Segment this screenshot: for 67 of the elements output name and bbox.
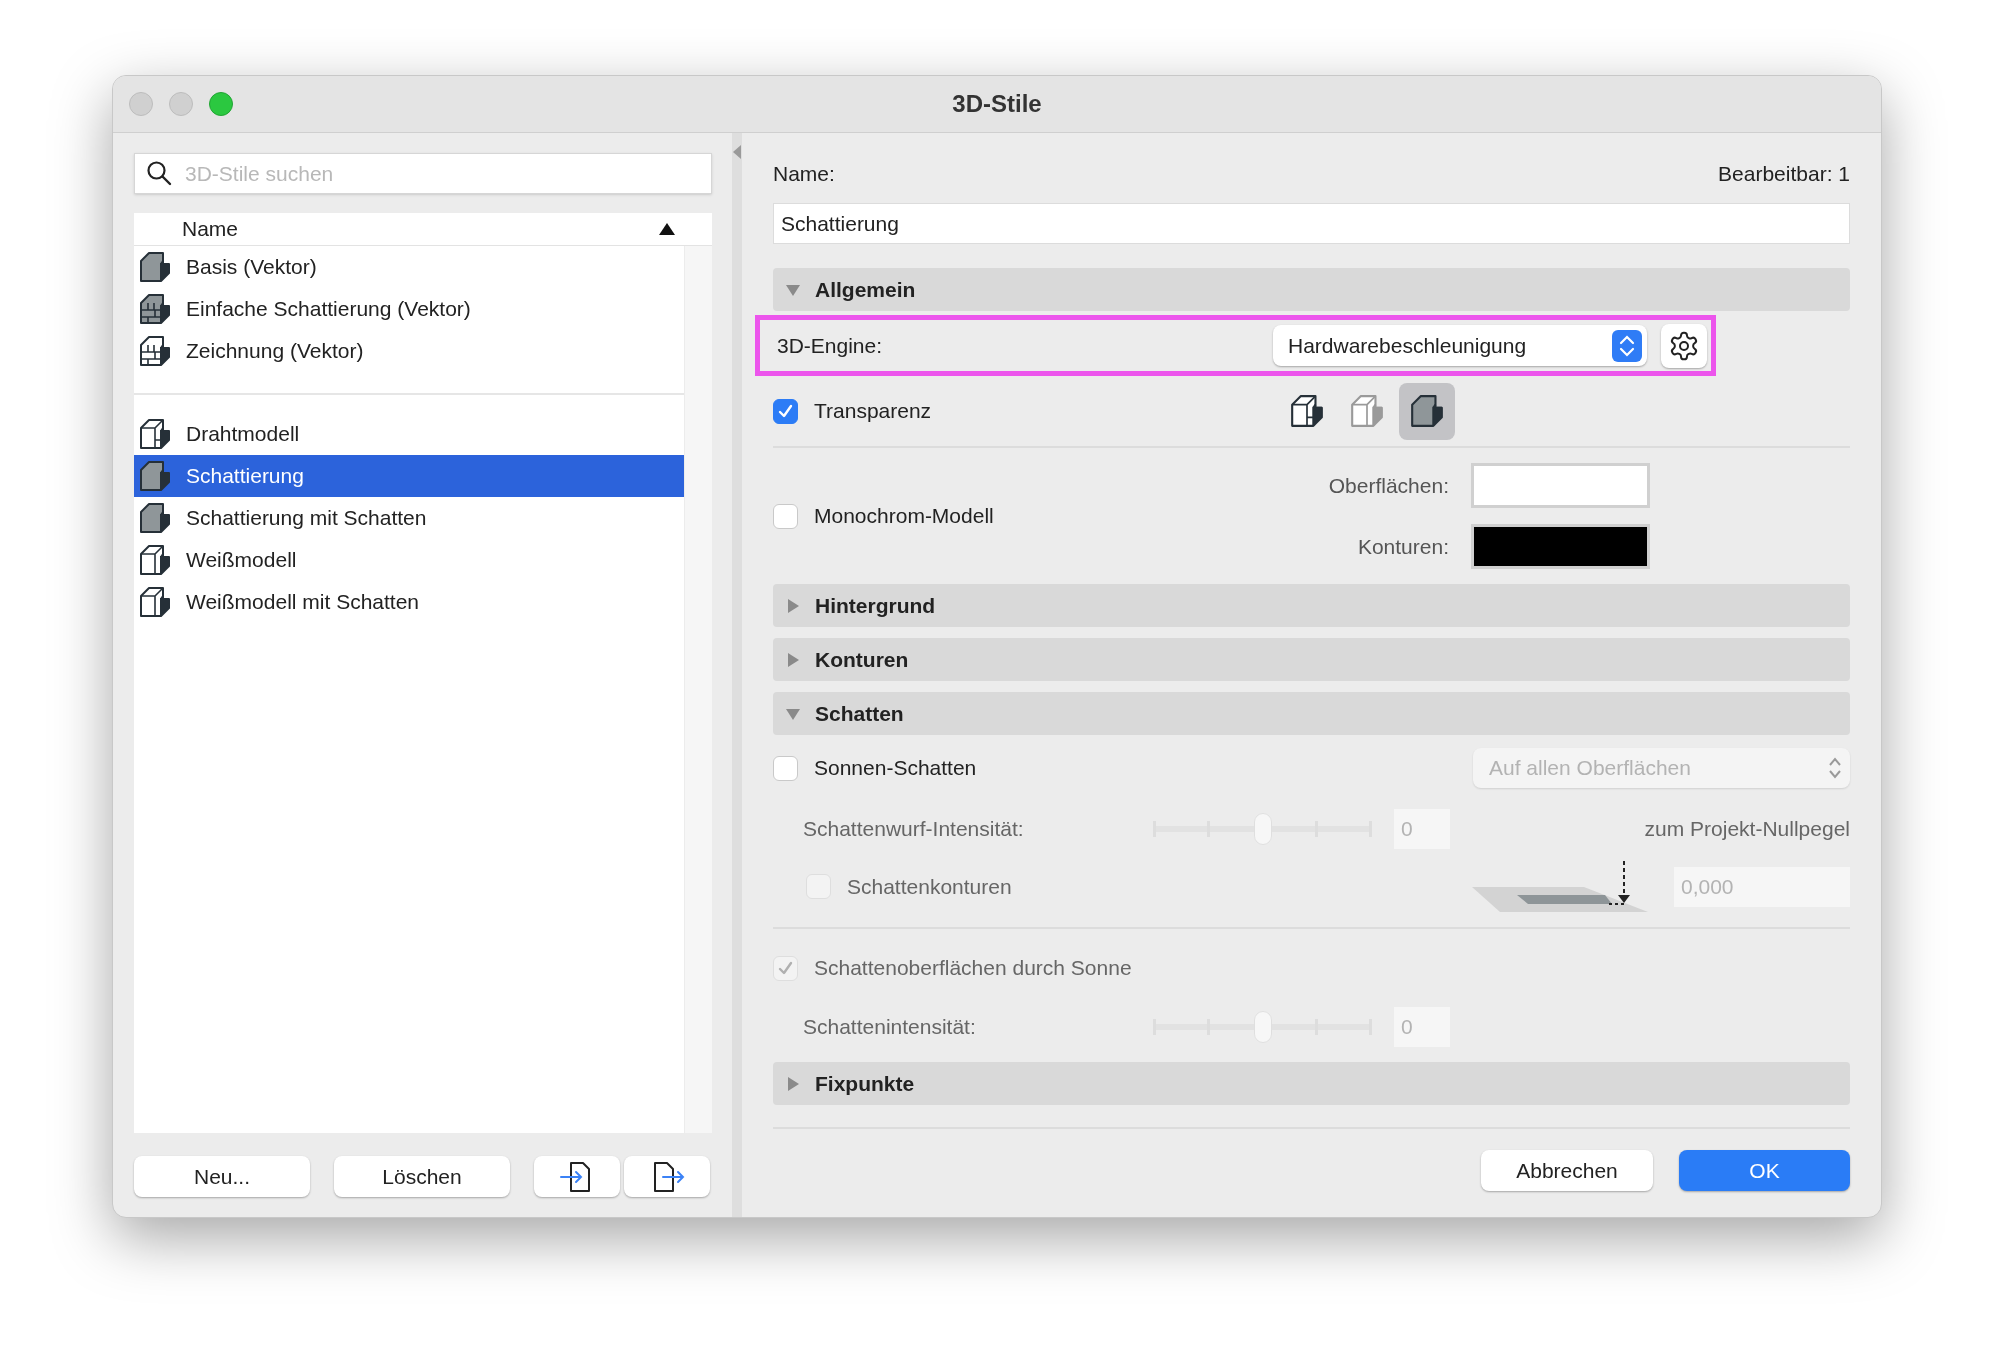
cube-icon — [1289, 393, 1325, 429]
color-swatch[interactable] — [1471, 463, 1650, 508]
section-header[interactable]: Konturen — [773, 638, 1850, 681]
style-item[interactable]: Weißmodell — [134, 539, 684, 581]
style-item[interactable]: Weißmodell mit Schatten — [134, 581, 684, 623]
list-button[interactable]: Löschen — [334, 1156, 510, 1197]
expand-arrow-icon — [785, 597, 801, 614]
window-title: 3D-Stile — [952, 89, 1042, 119]
cancel-button[interactable]: Abbrechen — [1481, 1150, 1653, 1191]
checkbox[interactable] — [773, 398, 798, 424]
minimize-button[interactable] — [169, 92, 193, 116]
collapse-arrow-icon[interactable] — [733, 145, 741, 159]
cube-icon — [138, 250, 172, 284]
mode-button[interactable] — [1399, 382, 1455, 440]
checkbox[interactable] — [773, 503, 798, 529]
close-button[interactable] — [129, 92, 153, 116]
cube-icon — [138, 501, 172, 535]
engine-label: 3D-Engine: — [777, 332, 883, 359]
ok-button[interactable]: OK — [1679, 1150, 1850, 1191]
cube-icon — [138, 459, 172, 493]
expand-arrow-icon — [785, 1075, 801, 1092]
sun-surfaces-label: Schattenoberflächen durch Sonne — [814, 955, 1132, 982]
import-button[interactable] — [534, 1156, 620, 1197]
cube-icon — [138, 585, 172, 619]
search-field[interactable]: 3D-Stile suchen — [134, 153, 712, 194]
checkmark-icon — [777, 959, 794, 977]
export-button[interactable] — [624, 1156, 710, 1197]
name-label: Name: — [773, 161, 835, 188]
color-swatch[interactable] — [1471, 524, 1650, 569]
swatch-label: Konturen: — [1357, 533, 1449, 560]
style-item[interactable]: Einfache Schattierung (Vektor) — [134, 288, 684, 330]
cast-intensity-label: Schattenwurf-Intensität: — [802, 816, 1025, 843]
stepper-icon — [1612, 329, 1642, 362]
sun-shadows-label: Sonnen-Schatten — [814, 755, 977, 782]
expand-arrow-icon — [785, 651, 801, 668]
transparency-label: Transparenz — [814, 398, 932, 425]
monochrome-label: Monochrom-Modell — [814, 503, 994, 530]
cube-icon — [138, 292, 172, 326]
column-header[interactable]: Name — [134, 213, 712, 246]
stepper-icon — [1828, 756, 1842, 780]
cube-icon — [138, 417, 172, 451]
cube-icon — [138, 334, 172, 368]
cube-icon — [1349, 393, 1385, 429]
style-item[interactable]: Drahtmodell — [134, 413, 684, 455]
section-header[interactable]: Fixpunkte — [773, 1062, 1850, 1105]
style-item[interactable]: Basis (Vektor) — [134, 246, 684, 288]
style-item[interactable]: Schattierung — [134, 455, 684, 497]
style-item[interactable]: Zeichnung (Vektor) — [134, 330, 684, 372]
section-header[interactable]: Hintergrund — [773, 584, 1850, 627]
swatch-label: Oberflächen: — [1328, 472, 1449, 499]
section-header[interactable]: Schatten — [773, 692, 1850, 735]
settings-button[interactable] — [1661, 323, 1707, 368]
shadow-contours-label: Schattenkonturen — [847, 873, 1012, 900]
settings-icon — [1668, 329, 1700, 362]
zoom-button[interactable] — [209, 92, 233, 116]
style-item[interactable]: Schattierung mit Schatten — [134, 497, 684, 539]
name-field[interactable]: Schattierung — [773, 203, 1850, 244]
intensity-label: Schattenintensität: — [802, 1014, 977, 1041]
engine-dropdown[interactable]: Hardwarebeschleunigung — [1273, 325, 1647, 366]
editable-count: Bearbeitbar: 1 — [1718, 161, 1850, 188]
checkmark-icon — [777, 402, 794, 420]
search-icon — [146, 160, 172, 186]
reference-label: zum Projekt-Nullpegel — [1643, 816, 1850, 843]
section-header[interactable]: Allgemein — [773, 268, 1850, 311]
cube-icon — [138, 543, 172, 577]
cube-icon — [1409, 393, 1445, 429]
list-button[interactable]: Neu... — [134, 1156, 310, 1197]
